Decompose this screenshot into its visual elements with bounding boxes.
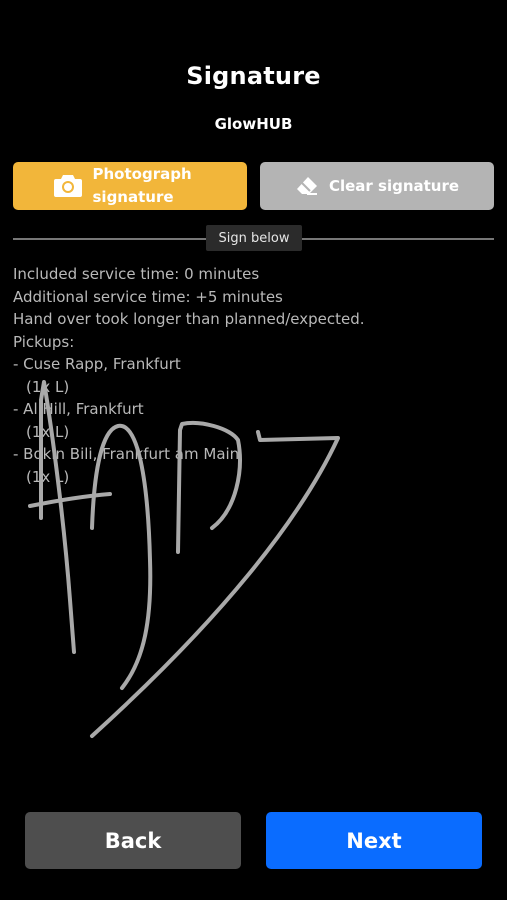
clear-signature-label: Clear signature <box>328 177 460 195</box>
next-button[interactable]: Next <box>266 812 482 869</box>
back-button[interactable]: Back <box>25 812 241 869</box>
sign-below-label: Sign below <box>206 225 302 251</box>
photograph-signature-button[interactable]: Photograph signature <box>13 162 247 210</box>
eraser-icon <box>295 176 319 196</box>
camera-icon <box>53 173 83 199</box>
company-name: GlowHUB <box>214 115 293 133</box>
clear-signature-button[interactable]: Clear signature <box>260 162 494 210</box>
signature-pad[interactable] <box>0 255 507 785</box>
photograph-signature-label: Photograph signature <box>92 165 192 206</box>
page-title: Signature <box>186 62 321 90</box>
